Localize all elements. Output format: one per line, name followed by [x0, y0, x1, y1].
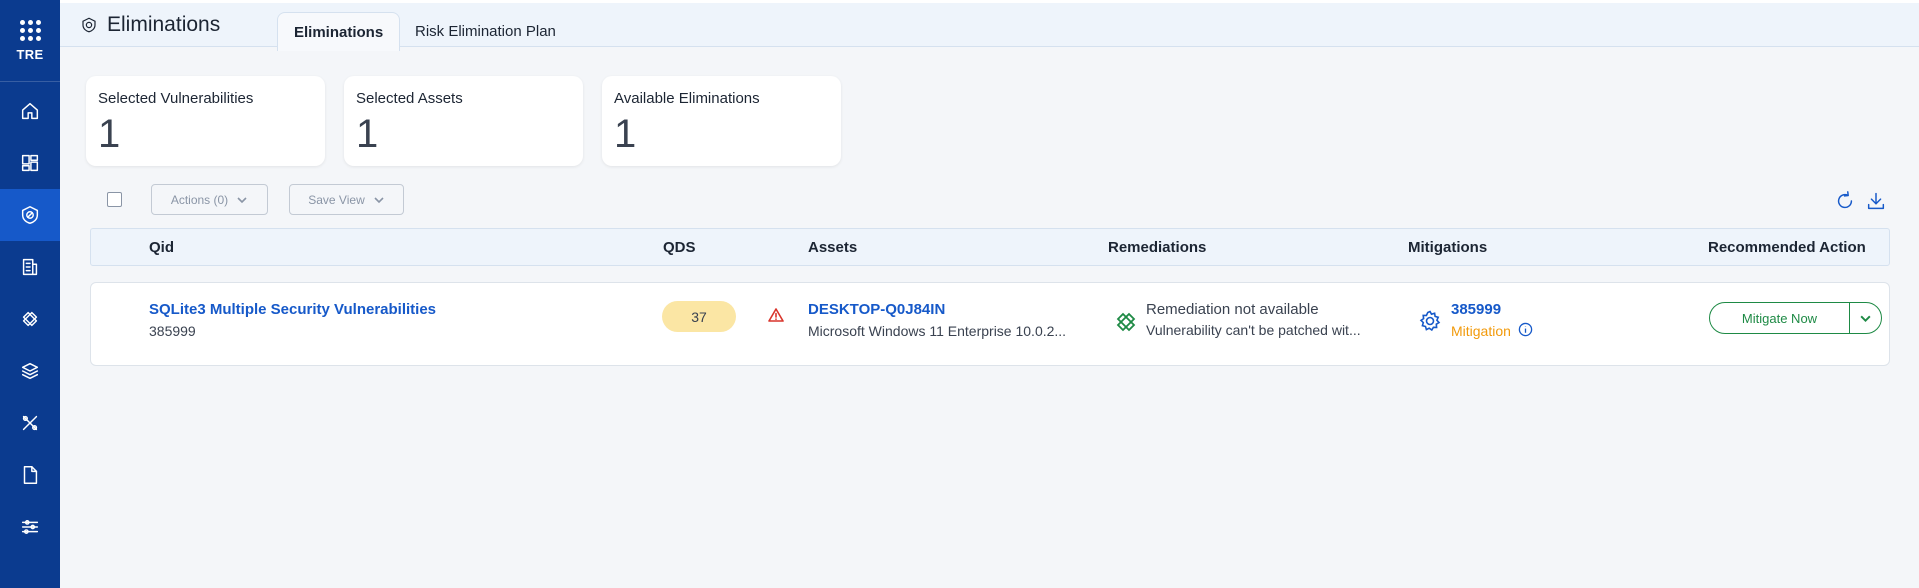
qds-badge: 37: [662, 301, 736, 332]
column-header-qds[interactable]: QDS: [663, 239, 696, 256]
tab-eliminations[interactable]: Eliminations: [277, 12, 401, 51]
qid-cell: SQLite3 Multiple Security Vulnerabilitie…: [149, 301, 436, 339]
stat-value: 1: [98, 112, 121, 156]
download-button[interactable]: [1865, 190, 1887, 212]
table-row: SQLite3 Multiple Security Vulnerabilitie…: [90, 282, 1890, 366]
action-dropdown-toggle[interactable]: [1850, 303, 1881, 333]
vulnerability-title-link[interactable]: SQLite3 Multiple Security Vulnerabilitie…: [149, 301, 436, 318]
tools-icon: [22, 415, 38, 431]
sidebar-item-home[interactable]: [0, 85, 60, 137]
page-title: Eliminations: [107, 13, 221, 36]
chevron-down-icon: [237, 196, 247, 203]
table-header: Qid QDS Assets Remediations Mitigations …: [90, 228, 1890, 266]
stat-card-selected-assets: Selected Assets 1: [344, 76, 583, 166]
warning-icon: [768, 307, 784, 328]
qid-number: 385999: [149, 323, 196, 339]
column-header-assets[interactable]: Assets: [808, 239, 857, 256]
stat-label: Available Eliminations: [614, 90, 760, 107]
sidebar-item-tools[interactable]: [0, 397, 60, 449]
layers-icon: [21, 362, 39, 380]
remediation-detail: Vulnerability can't be patched wit...: [1146, 322, 1361, 338]
mitigate-now-button[interactable]: Mitigate Now: [1710, 303, 1850, 333]
stat-card-selected-vulnerabilities: Selected Vulnerabilities 1: [86, 76, 325, 166]
download-icon: [1867, 192, 1885, 210]
sidebar-item-eliminations[interactable]: [0, 189, 60, 241]
asset-cell: DESKTOP-Q0J84IN Microsoft Windows 11 Ent…: [808, 301, 1066, 339]
mitigation-type: Mitigation: [1451, 322, 1533, 340]
page-title-group: Eliminations: [80, 13, 220, 37]
home-icon: [21, 102, 39, 120]
remediation-unavailable-icon: [1114, 310, 1138, 339]
mitigation-label: Mitigation: [1451, 323, 1511, 339]
actions-dropdown[interactable]: Actions (0): [151, 184, 268, 215]
eliminations-icon: [21, 206, 39, 224]
sidebar: TRE: [0, 0, 60, 588]
sidebar-item-reports[interactable]: [0, 241, 60, 293]
stat-label: Selected Assets: [356, 90, 463, 107]
asset-name-link[interactable]: DESKTOP-Q0J84IN: [808, 301, 1066, 318]
sidebar-item-documents[interactable]: [0, 449, 60, 501]
actions-label: Actions (0): [170, 192, 229, 207]
dashboard-icon: [21, 154, 39, 172]
stat-label: Selected Vulnerabilities: [98, 90, 254, 107]
top-header: Eliminations Eliminations Risk Eliminati…: [60, 0, 1919, 51]
mitigation-gear-icon: [1418, 309, 1442, 338]
document-icon: [23, 466, 38, 484]
save-view-label: Save View: [308, 192, 365, 207]
remediation-status: Remediation not available: [1146, 301, 1319, 318]
remediation-cell: Remediation not available Vulnerability …: [1146, 301, 1361, 338]
refresh-icon: [1837, 191, 1853, 209]
mitigation-id-link[interactable]: 385999: [1451, 301, 1533, 318]
stat-value: 1: [614, 112, 637, 156]
save-view-dropdown[interactable]: Save View: [289, 184, 404, 215]
patch-icon: [22, 311, 38, 327]
mitigation-cell: 385999 Mitigation: [1451, 301, 1533, 340]
qds-cell: 37: [662, 301, 736, 332]
sidebar-item-patch[interactable]: [0, 293, 60, 345]
stat-card-available-eliminations: Available Eliminations 1: [602, 76, 841, 166]
chevron-down-icon: [374, 196, 384, 203]
column-header-recommended-action[interactable]: Recommended Action: [1708, 239, 1866, 256]
refresh-button[interactable]: [1834, 190, 1856, 212]
tab-risk-elimination-plan[interactable]: Risk Elimination Plan: [399, 12, 572, 50]
column-header-qid[interactable]: Qid: [149, 239, 174, 256]
info-icon[interactable]: [1518, 322, 1533, 340]
settings-sliders-icon: [21, 520, 39, 534]
sidebar-item-dashboard[interactable]: [0, 137, 60, 189]
mitigate-now-split-button: Mitigate Now: [1709, 302, 1882, 334]
stat-value: 1: [356, 112, 379, 156]
select-all-checkbox[interactable]: [107, 192, 122, 207]
asset-os: Microsoft Windows 11 Enterprise 10.0.2..…: [808, 323, 1067, 339]
chevron-down-icon: [1860, 315, 1871, 322]
reports-icon: [22, 258, 38, 276]
column-header-mitigations[interactable]: Mitigations: [1408, 239, 1487, 256]
app-switcher[interactable]: TRE: [0, 0, 60, 82]
sidebar-item-settings[interactable]: [0, 501, 60, 553]
sidebar-item-layers[interactable]: [0, 345, 60, 397]
brand-label: TRE: [16, 46, 44, 62]
app-grid-icon[interactable]: [19, 19, 41, 41]
column-header-remediations[interactable]: Remediations: [1108, 239, 1206, 256]
eliminations-title-icon: [82, 17, 96, 33]
